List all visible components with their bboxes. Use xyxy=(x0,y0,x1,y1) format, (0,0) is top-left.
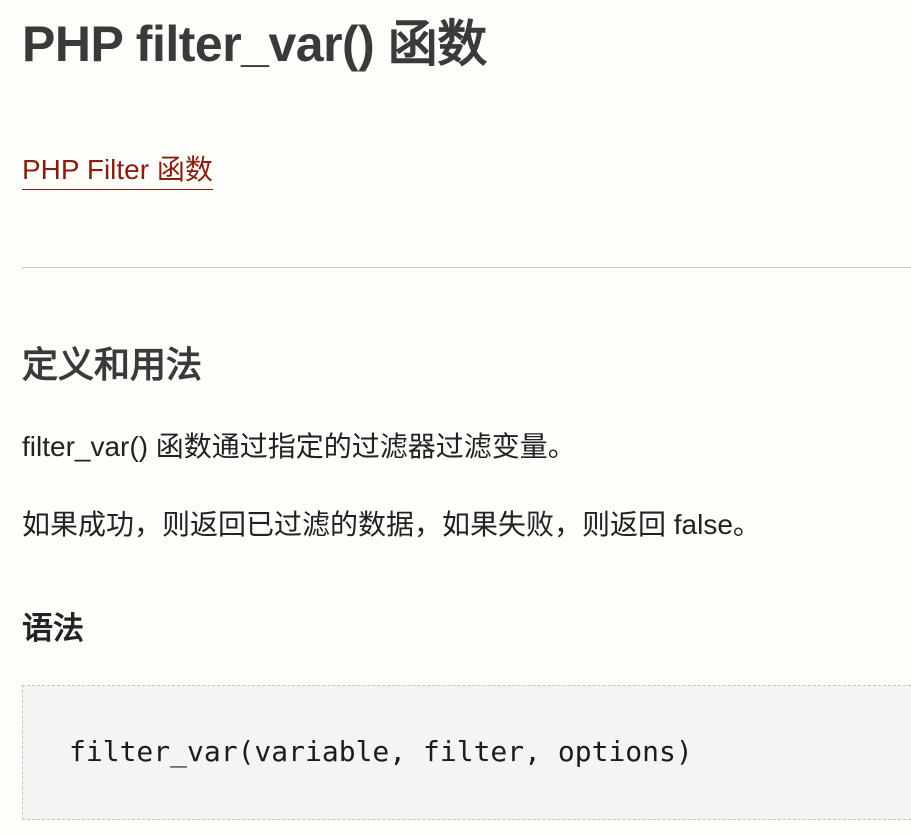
definition-heading: 定义和用法 xyxy=(22,344,203,385)
article: PHP filter_var() 函数 PHP Filter 函数 定义和用法 … xyxy=(22,0,911,835)
syntax-code-block: filter_var(variable, filter, options) xyxy=(22,685,911,820)
definition-paragraph-1: filter_var() 函数通过指定的过滤器过滤变量。 xyxy=(22,431,576,462)
php-filter-functions-link[interactable]: PHP Filter 函数 xyxy=(22,153,213,190)
syntax-code: filter_var(variable, filter, options) xyxy=(69,735,693,768)
definition-paragraph-2: 如果成功，则返回已过滤的数据，如果失败，则返回 false。 xyxy=(22,509,761,540)
page-title: PHP filter_var() 函数 xyxy=(22,16,487,72)
section-divider xyxy=(22,267,911,268)
syntax-heading: 语法 xyxy=(22,611,84,646)
